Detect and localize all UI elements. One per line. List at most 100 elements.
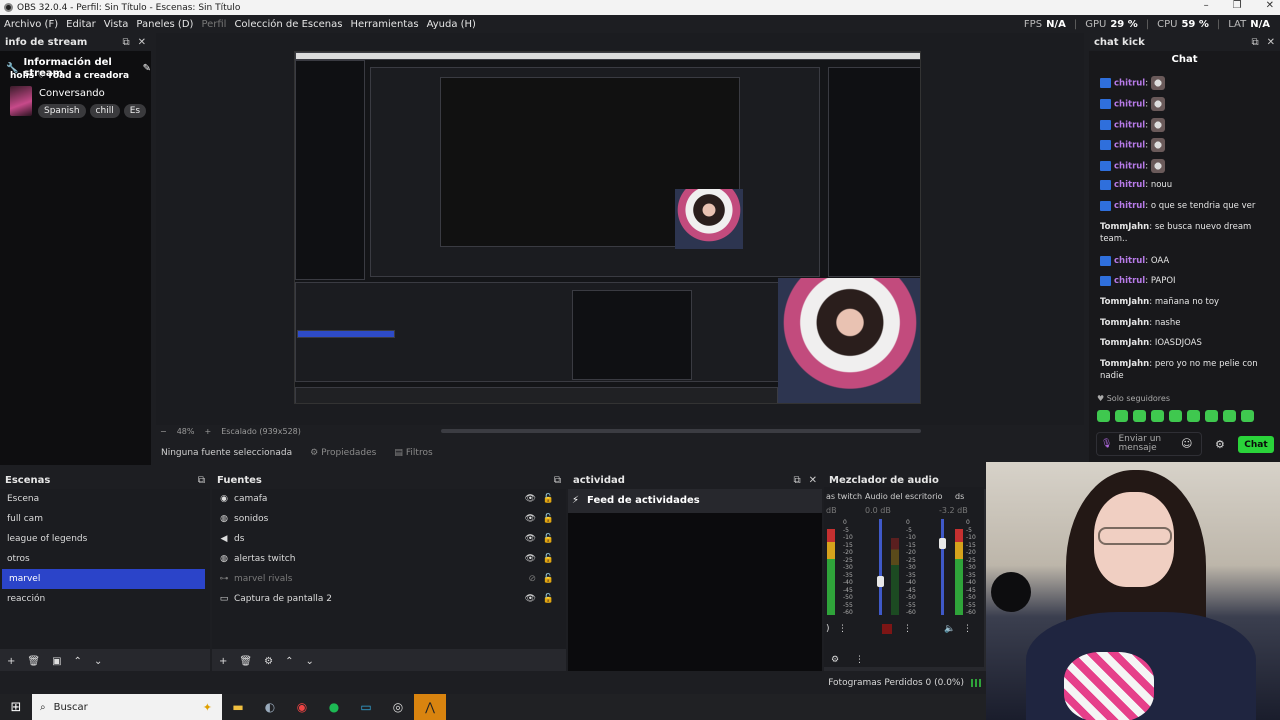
scene-item[interactable]: Escena <box>0 489 210 509</box>
lock-icon[interactable]: 🔓 <box>543 494 554 504</box>
emote-icon[interactable] <box>1205 410 1218 422</box>
scene-item-selected[interactable]: marvel <box>2 569 205 589</box>
move-up-button[interactable]: ⌃ <box>74 656 82 667</box>
chat-username[interactable]: chitrul <box>1114 100 1145 110</box>
scene-filters-button[interactable]: ▣ <box>52 656 61 667</box>
lock-icon[interactable]: 🔓 <box>543 534 554 544</box>
eye-hidden-icon[interactable]: ⊘ <box>528 574 536 584</box>
chat-username[interactable]: TommJahn <box>1100 338 1149 348</box>
channel-menu-icon[interactable]: ) <box>826 624 830 634</box>
speaker-icon[interactable]: 🔈 <box>944 624 955 634</box>
muted-speaker-icon[interactable] <box>882 624 892 634</box>
league-of-legends-icon[interactable]: ⋀ <box>414 694 446 720</box>
emote-icon[interactable] <box>1097 410 1110 422</box>
emote-icon[interactable] <box>1169 410 1182 422</box>
eye-icon[interactable]: 👁 <box>525 594 536 604</box>
menu-perfil[interactable]: Perfil <box>197 19 230 30</box>
preview-canvas[interactable] <box>294 51 921 404</box>
scene-item[interactable]: full cam <box>0 509 210 529</box>
emote-icon[interactable] <box>1151 410 1164 422</box>
menu-vista[interactable]: Vista <box>100 19 133 30</box>
emote-icon[interactable] <box>1133 410 1146 422</box>
taskbar-search[interactable]: ⌕ Buscar ✦ <box>32 694 222 720</box>
float-icon[interactable]: ⧉ <box>198 475 205 486</box>
maximize-icon[interactable]: ❐ <box>1233 0 1242 11</box>
source-item[interactable]: ◍ sonidos 👁 🔓 <box>212 509 566 529</box>
close-icon[interactable]: ✕ <box>809 475 817 486</box>
move-up-button[interactable]: ⌃ <box>285 656 293 667</box>
float-icon[interactable]: ⧉ <box>122 37 129 48</box>
zoom-out-button[interactable]: − <box>160 427 167 436</box>
windows-start-icon[interactable]: ⊞ <box>0 700 32 715</box>
remove-scene-button[interactable]: 🗑 <box>27 656 40 667</box>
menu-editar[interactable]: Editar <box>62 19 100 30</box>
lock-icon[interactable]: 🔓 <box>543 574 554 584</box>
add-source-button[interactable]: + <box>219 656 227 667</box>
chat-username[interactable]: chitrul <box>1114 256 1145 266</box>
source-item[interactable]: ◍ alertas twitch 👁 🔓 <box>212 549 566 569</box>
source-item[interactable]: ▭ Captura de pantalla 2 👁 🔓 <box>212 589 566 609</box>
chat-username[interactable]: TommJahn <box>1100 359 1149 369</box>
minimize-icon[interactable]: – <box>1204 0 1209 11</box>
move-down-button[interactable]: ⌄ <box>94 656 102 667</box>
menu-coleccion-escenas[interactable]: Colección de Escenas <box>230 19 346 30</box>
source-settings-button[interactable]: ⚙ <box>264 656 273 667</box>
chat-settings-icon[interactable]: ⚙ <box>1215 438 1225 451</box>
steam-icon[interactable]: ◐ <box>254 694 286 720</box>
emote-icon[interactable] <box>1241 410 1254 422</box>
menu-archivo[interactable]: Archivo (F) <box>0 19 62 30</box>
properties-button[interactable]: ⚙ Propiedades <box>310 448 376 458</box>
remove-source-button[interactable]: 🗑 <box>239 656 252 667</box>
chat-send-button[interactable]: Chat <box>1238 436 1274 453</box>
close-icon[interactable]: ✕ <box>1267 37 1275 48</box>
channel-menu-icon[interactable]: ⋮ <box>963 624 972 634</box>
source-item[interactable]: ◀ ds 👁 🔓 <box>212 529 566 549</box>
source-item-hidden[interactable]: ⊶ marvel rivals ⊘ 🔓 <box>212 569 566 589</box>
eye-icon[interactable]: 👁 <box>525 534 536 544</box>
zoom-in-button[interactable]: + <box>204 427 211 436</box>
emote-icon[interactable] <box>1223 410 1236 422</box>
chat-username[interactable]: chitrul <box>1114 79 1145 89</box>
eye-icon[interactable]: 👁 <box>525 554 536 564</box>
float-icon[interactable]: ⧉ <box>554 475 561 486</box>
emote-icon[interactable] <box>1187 410 1200 422</box>
volume-slider-handle[interactable] <box>877 576 884 587</box>
chat-username[interactable]: TommJahn <box>1100 222 1149 232</box>
tag-pill[interactable]: Es <box>123 104 147 118</box>
obs-taskbar-icon[interactable]: ◎ <box>382 694 414 720</box>
volume-slider-track[interactable] <box>941 519 944 615</box>
preview-scrollbar[interactable] <box>441 429 921 433</box>
source-item[interactable]: ◉ camafa 👁 🔓 <box>212 489 566 509</box>
chat-username[interactable]: chitrul <box>1114 162 1145 172</box>
tag-pill[interactable]: Spanish <box>38 104 86 118</box>
lock-icon[interactable]: 🔓 <box>543 594 554 604</box>
eye-icon[interactable]: 👁 <box>525 514 536 524</box>
lock-icon[interactable]: 🔓 <box>543 554 554 564</box>
tag-pill[interactable]: chill <box>89 104 120 118</box>
menu-herramientas[interactable]: Herramientas <box>346 19 422 30</box>
emote-icon[interactable] <box>1115 410 1128 422</box>
filters-button[interactable]: ▤ Filtros <box>394 448 432 458</box>
lock-icon[interactable]: 🔓 <box>543 514 554 524</box>
terminal-icon[interactable]: ▭ <box>350 694 382 720</box>
chat-username[interactable]: chitrul <box>1114 180 1145 190</box>
chat-username[interactable]: TommJahn <box>1100 318 1149 328</box>
channel-menu-icon[interactable]: ⋮ <box>903 624 912 634</box>
add-scene-button[interactable]: + <box>7 656 15 667</box>
volume-slider-track[interactable] <box>879 519 882 615</box>
chat-username[interactable]: chitrul <box>1114 121 1145 131</box>
menu-paneles[interactable]: Paneles (D) <box>132 19 197 30</box>
float-icon[interactable]: ⧉ <box>1251 37 1258 48</box>
mixer-settings-icon[interactable]: ⚙ <box>831 655 839 665</box>
chat-username[interactable]: chitrul <box>1114 141 1145 151</box>
chat-username[interactable]: TommJahn <box>1100 297 1149 307</box>
edit-pencil-icon[interactable]: ✎ <box>143 63 151 74</box>
eye-icon[interactable]: 👁 <box>525 494 536 504</box>
chat-username[interactable]: chitrul <box>1114 276 1145 286</box>
mixer-menu-icon[interactable]: ⋮ <box>855 655 864 665</box>
chat-username[interactable]: chitrul <box>1114 201 1145 211</box>
menu-ayuda[interactable]: Ayuda (H) <box>423 19 480 30</box>
file-explorer-icon[interactable]: ▬ <box>222 694 254 720</box>
channel-menu-icon[interactable]: ⋮ <box>838 624 847 634</box>
chrome-icon[interactable]: ◉ <box>286 694 318 720</box>
